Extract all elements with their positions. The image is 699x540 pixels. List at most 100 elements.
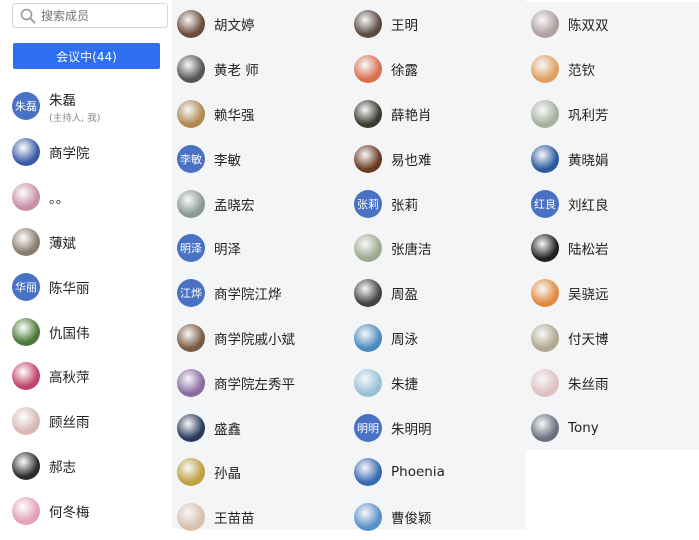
participant-name: 陈华丽 [49, 280, 90, 297]
avatar [354, 368, 382, 397]
participant-name: 曹俊颖 [391, 511, 432, 528]
participant-row[interactable]: 红良 刘红良 [526, 181, 699, 226]
participant-list-1: 朱磊 朱磊 (主持人, 我) 商学院。。薄斌华丽 陈华丽仇国伟高秋萍顾丝雨 郝志何冬梅 [8, 82, 172, 533]
participant-row[interactable]: 王明 [349, 2, 526, 47]
participant-row[interactable]: 商学院左秀平 [172, 360, 349, 405]
participant-role: (主持人, 我) [49, 112, 101, 124]
avatar-initials: 明明 [357, 421, 379, 435]
avatar: 华丽 [12, 272, 40, 301]
participant-row[interactable]: 盛鑫 [172, 405, 349, 450]
participant-row[interactable]: 赖华强 [172, 92, 349, 137]
participant-name: 盛鑫 [214, 421, 241, 438]
avatar [354, 234, 382, 263]
participant-row[interactable]: 薛艳肖 [349, 92, 526, 137]
avatar [531, 323, 559, 352]
participant-row[interactable]: 高秋萍 [8, 354, 172, 399]
participant-row[interactable]: 明明 朱明明 [349, 405, 526, 450]
avatar [531, 234, 559, 263]
participant-row[interactable]: 华丽 陈华丽 [8, 264, 172, 309]
avatar: 明明 [354, 413, 382, 442]
participant-name: 薛艳肖 [391, 107, 432, 124]
participant-name: 朱磊 [49, 92, 76, 109]
avatar [12, 362, 40, 391]
avatar-initials: 明泽 [180, 242, 202, 256]
participant-name: 刘红良 [568, 197, 609, 214]
participant-row[interactable]: 曹俊颖 [349, 495, 526, 540]
participant-row[interactable]: 孙晶 [172, 450, 349, 495]
participant-name: 张唐洁 [391, 242, 432, 259]
participant-row[interactable]: 李敏 李敏 [172, 136, 349, 181]
participant-row[interactable]: 周泳 [349, 316, 526, 361]
participant-name: 商学院江烨 [214, 287, 282, 304]
participant-row[interactable]: 陆松岩 [526, 225, 699, 271]
participant-name: 朱捷 [391, 376, 418, 393]
participant-row[interactable]: 朱捷 [349, 360, 526, 405]
participant-row[interactable]: 仇国伟 [8, 309, 172, 354]
participant-row[interactable]: 王苗苗 [172, 495, 349, 540]
avatar [354, 323, 382, 352]
in-meeting-label: 会议中(44) [56, 49, 117, 64]
participant-name: 仇国伟 [49, 325, 90, 342]
participant-row[interactable]: 陈双双 [526, 2, 699, 47]
participant-name: 薄斌 [49, 235, 76, 252]
participant-row[interactable]: 黄晓娟 [526, 136, 699, 182]
avatar [12, 496, 40, 525]
avatar [531, 368, 559, 397]
participant-row[interactable]: 张唐洁 [349, 226, 526, 271]
avatar: 李敏 [177, 144, 205, 173]
participant-row[interactable]: 徐露 [349, 47, 526, 92]
participant-row[interactable]: 易也难 [349, 136, 526, 181]
participant-row[interactable]: 朱丝雨 [526, 360, 699, 406]
avatar [177, 503, 205, 532]
participant-row[interactable]: 薄斌 [8, 220, 172, 265]
participant-row[interactable]: Phoenia [349, 450, 526, 495]
avatar [531, 10, 559, 39]
participant-row[interactable]: 孟晓宏 [172, 181, 349, 226]
participant-row[interactable]: 明泽 明泽 [172, 226, 349, 271]
participant-name: 朱明明 [391, 421, 432, 438]
avatar [354, 99, 382, 128]
participant-name: 何冬梅 [49, 504, 90, 521]
participant-name: 王苗苗 [214, 511, 255, 528]
avatar [531, 413, 559, 442]
participant-row[interactable]: 胡文婷 [172, 2, 349, 47]
participant-name: 商学院 [49, 146, 90, 163]
participant-row[interactable]: 朱磊 朱磊 (主持人, 我) [8, 82, 172, 130]
avatar [531, 99, 559, 128]
participant-row[interactable]: 商学院 [8, 130, 172, 175]
participant-row[interactable]: 。。 [8, 175, 172, 220]
participant-row[interactable]: 何冬梅 [8, 488, 172, 533]
participant-row[interactable]: 付天博 [526, 315, 699, 361]
avatar-initials: 红良 [534, 197, 556, 211]
participant-row[interactable]: 黄老 师 [172, 47, 349, 92]
participant-name: 周泳 [391, 331, 418, 348]
avatar [12, 227, 40, 256]
avatar [177, 458, 205, 487]
participant-row[interactable]: 江烨 商学院江烨 [172, 271, 349, 316]
avatar [531, 279, 559, 308]
participant-row[interactable]: 吴骁远 [526, 270, 699, 316]
avatar [177, 368, 205, 397]
avatar-initials: 朱磊 [15, 100, 37, 113]
participant-row[interactable]: 范钦 [526, 46, 699, 92]
participant-row[interactable]: 巩利芳 [526, 91, 699, 137]
search-input[interactable] [41, 8, 151, 23]
participant-name: 商学院左秀平 [214, 376, 295, 393]
participant-name: 李敏 [214, 152, 241, 169]
participant-row[interactable]: Tony [526, 405, 699, 450]
participant-row[interactable]: 商学院戚小斌 [172, 316, 349, 361]
avatar [354, 55, 382, 84]
participant-name: 徐露 [391, 63, 418, 80]
participant-row[interactable]: 张莉 张莉 [349, 181, 526, 226]
participant-row[interactable]: 顾丝雨 [8, 399, 172, 444]
search-box[interactable] [12, 3, 168, 28]
in-meeting-tab[interactable]: 会议中(44) [13, 43, 160, 69]
participant-row[interactable]: 周盈 [349, 271, 526, 316]
participant-name: 孟晓宏 [214, 197, 255, 214]
participant-name: 商学院戚小斌 [214, 331, 295, 348]
participant-name: 高秋萍 [49, 370, 90, 387]
avatar [177, 189, 205, 218]
avatar [354, 10, 382, 39]
participant-row[interactable]: 郝志 [8, 444, 172, 489]
avatar: 明泽 [177, 234, 205, 263]
